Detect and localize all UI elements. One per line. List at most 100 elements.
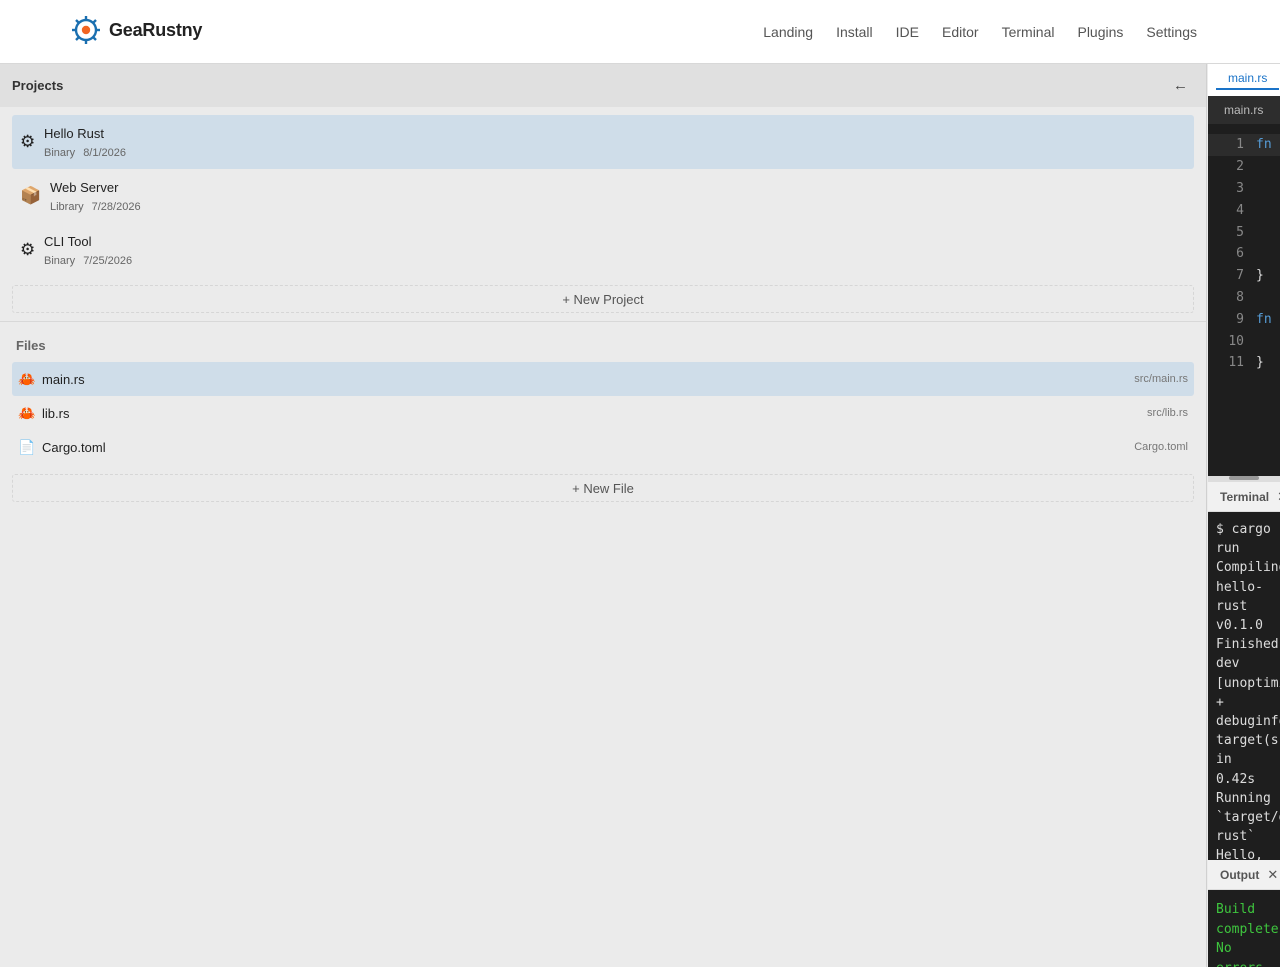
line-code: fn — [1256, 311, 1272, 327]
file-item-cargo-toml[interactable]: 📄 Cargo.toml Cargo.toml — [12, 430, 1194, 464]
code-line[interactable]: 10 — [1208, 330, 1280, 352]
output-line: errors — [1216, 959, 1280, 967]
resize-grip[interactable] — [1229, 476, 1259, 480]
collapse-arrow-icon[interactable]: ← — [1173, 77, 1188, 94]
code-line[interactable]: 5 — [1208, 221, 1280, 243]
terminal-line: [unoptimized — [1216, 675, 1280, 691]
line-number: 1 — [1236, 137, 1244, 153]
terminal-line: debuginfo] — [1216, 714, 1280, 730]
line-code: } — [1256, 355, 1264, 371]
file-path: src/lib.rs — [1147, 407, 1188, 419]
editor-tabbar: main.rs — [1208, 64, 1280, 96]
terminal-line: `target/debug/hello- — [1216, 810, 1280, 826]
code-line[interactable]: 6 — [1208, 243, 1280, 265]
document-icon: 📄 — [18, 438, 36, 455]
file-item-main-rs[interactable]: 🦀 main.rs src/main.rs — [12, 362, 1194, 396]
file-path: src/main.rs — [1134, 373, 1188, 385]
terminal-line: $ cargo — [1216, 522, 1271, 537]
terminal-line: Compiling — [1216, 560, 1280, 576]
code-line[interactable]: 7} — [1208, 265, 1280, 287]
tab-main-rs[interactable]: main.rs — [1216, 71, 1280, 90]
line-number: 9 — [1236, 311, 1244, 327]
code-line[interactable]: 8 — [1208, 287, 1280, 309]
rust-crab-icon: 🦀 — [18, 404, 36, 421]
line-number: 6 — [1236, 246, 1244, 262]
project-item-cli-tool[interactable]: ⚙ CLI Tool Binary 7/25/2026 — [12, 223, 1194, 277]
app-name: GeaRustny — [109, 19, 203, 40]
project-name: Hello Rust — [44, 125, 104, 141]
new-file-button[interactable]: + New File — [12, 474, 1194, 502]
project-date: 7/25/2026 — [83, 254, 133, 267]
file-label: 📄 Cargo.toml — [18, 439, 106, 456]
code-line[interactable]: 3 — [1208, 178, 1280, 200]
output-title: Output — [1220, 867, 1260, 882]
code-line[interactable]: 4 — [1208, 199, 1280, 221]
project-name: Web Server — [50, 179, 119, 195]
code-line[interactable]: 9 fn — [1208, 308, 1280, 330]
line-number: 7 — [1236, 268, 1244, 284]
nav-install[interactable]: Install — [836, 24, 873, 40]
output-header: Output ✕ — [1208, 860, 1280, 890]
project-list: ⚙ Hello Rust Binary 8/1/2026 📦 Web Server… — [0, 107, 1206, 277]
terminal-line: Hello, — [1216, 848, 1263, 860]
nav-ide[interactable]: IDE — [896, 24, 919, 40]
line-number: 3 — [1236, 180, 1244, 196]
nav-terminal[interactable]: Terminal — [1002, 24, 1055, 40]
file-item-lib-rs[interactable]: 🦀 lib.rs src/lib.rs — [12, 396, 1194, 430]
gear-icon: ⚙ — [20, 132, 36, 151]
project-info: Hello Rust Binary 8/1/2026 — [44, 126, 126, 159]
terminal-line: 0.42s — [1216, 771, 1256, 787]
code-line[interactable]: 11} — [1208, 352, 1280, 374]
projects-title: Projects — [12, 78, 64, 93]
project-meta: Binary 7/25/2026 — [44, 255, 132, 267]
file-label: 🦀 main.rs — [18, 371, 85, 388]
terminal-output[interactable]: $ cargo run Compiling hello-rust v0.1.0 Finis… — [1208, 512, 1280, 860]
file-name: lib.rs — [42, 405, 70, 421]
line-code: } — [1256, 268, 1264, 284]
output-line: Build — [1216, 902, 1256, 917]
project-date: 7/28/2026 — [91, 200, 141, 213]
project-meta: Binary 8/1/2026 — [44, 147, 126, 159]
line-number: 8 — [1236, 289, 1244, 305]
terminal-line: + — [1216, 694, 1224, 710]
terminal-line: rust — [1216, 598, 1248, 614]
line-number: 2 — [1236, 159, 1244, 175]
gear-icon: ⚙ — [20, 240, 36, 259]
code-line[interactable]: 2 — [1208, 156, 1280, 178]
terminal-line: Running — [1216, 790, 1271, 806]
project-item-hello-rust[interactable]: ⚙ Hello Rust Binary 8/1/2026 — [12, 115, 1194, 169]
project-meta: Library 7/28/2026 — [50, 201, 141, 213]
project-item-web-server[interactable]: 📦 Web Server Library 7/28/2026 — [12, 169, 1194, 223]
editor-pane: main.rs main.rs 1 fn 2 3 4 5 6 7} 8 9 fn 10 11} Term… — [1208, 64, 1280, 967]
package-icon: 📦 — [20, 186, 42, 205]
line-number: 11 — [1228, 355, 1244, 371]
terminal-line: Finished — [1216, 637, 1279, 653]
close-icon[interactable]: ✕ — [1267, 867, 1278, 883]
nav-editor[interactable]: Editor — [942, 24, 979, 40]
editor-file-tab[interactable]: main.rs — [1208, 96, 1280, 124]
app-logo[interactable]: GeaRustny — [71, 15, 202, 45]
file-name: Cargo.toml — [42, 439, 106, 455]
nav-plugins[interactable]: Plugins — [1077, 24, 1123, 40]
output-line: No — [1216, 941, 1232, 956]
terminal-header: Terminal ✕ — [1208, 482, 1280, 512]
output-line: complete — [1216, 921, 1279, 937]
code-area[interactable]: 1 fn 2 3 4 5 6 7} 8 9 fn 10 11} — [1208, 124, 1280, 374]
file-label: 🦀 lib.rs — [18, 405, 69, 422]
rust-crab-icon: 🦀 — [18, 370, 36, 387]
project-type: Binary — [44, 254, 76, 267]
line-code: fn — [1256, 137, 1272, 153]
project-sidebar: Projects ← ⚙ Hello Rust Binary 8/1/2026 📦… — [0, 64, 1207, 967]
output-panel: Output ✕ Build complete No errors — [1208, 860, 1280, 967]
gear-logo-icon — [72, 16, 100, 44]
new-project-button[interactable]: + New Project — [12, 285, 1194, 313]
terminal-line: target(s) — [1216, 733, 1280, 749]
code-editor[interactable]: main.rs 1 fn 2 3 4 5 6 7} 8 9 fn 10 11} — [1208, 96, 1280, 476]
terminal-line: in — [1216, 752, 1232, 768]
project-info: Web Server Library 7/28/2026 — [50, 180, 141, 213]
nav-landing[interactable]: Landing — [763, 24, 813, 40]
project-type: Library — [50, 200, 84, 213]
terminal-line: hello- — [1216, 579, 1263, 595]
nav-settings[interactable]: Settings — [1146, 24, 1197, 40]
code-line[interactable]: 1 fn — [1208, 134, 1280, 156]
